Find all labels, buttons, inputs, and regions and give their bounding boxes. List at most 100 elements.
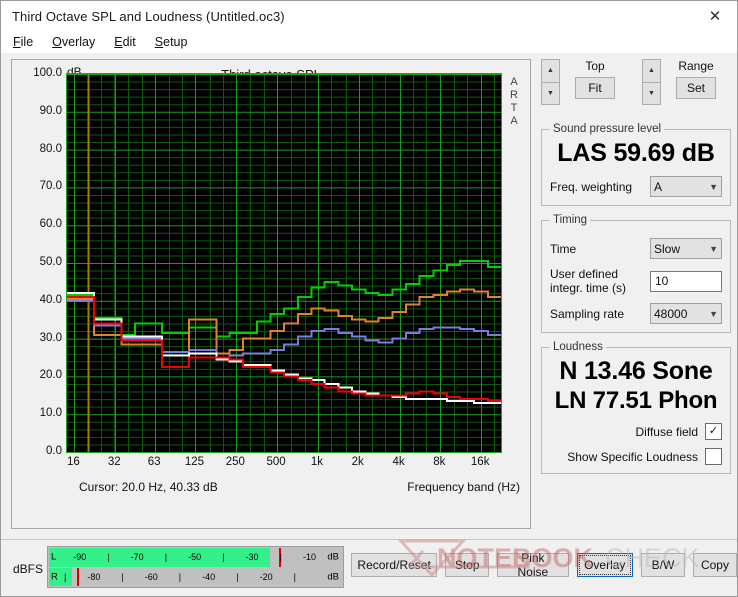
meter-tick-label: |: [236, 571, 239, 582]
integration-time-row: User defined integr. time (s) 10: [550, 267, 722, 295]
meter-tick-label: -60: [144, 571, 158, 582]
record-reset-button[interactable]: Record/Reset: [351, 553, 438, 577]
integration-time-input[interactable]: 10: [650, 270, 722, 292]
meter-tick-label: |: [164, 552, 168, 563]
main-content: Third octave SPL dB 0.010.020.030.040.05…: [1, 53, 737, 539]
x-tick-label: 1k: [310, 456, 323, 468]
range-control-group: ▲ ▼ Range Set: [642, 59, 725, 105]
y-tick-label: 80.0: [39, 142, 62, 155]
meter-tick-label: -70: [130, 552, 144, 563]
window-title: Third Octave SPL and Loudness (Untitled.…: [12, 8, 285, 24]
x-tick-label: 2k: [351, 456, 364, 468]
x-tick-label: 16: [67, 456, 80, 468]
bw-button[interactable]: B/W: [640, 553, 685, 577]
x-tick-label: 63: [147, 456, 161, 468]
show-specific-loudness-checkbox[interactable]: [705, 448, 722, 465]
y-tick-label: 30.0: [39, 331, 62, 344]
loudness-phon-value: LN 77.51 Phon: [554, 387, 718, 414]
menu-item-setup[interactable]: Setup: [153, 34, 190, 50]
x-tick-label: 500: [266, 456, 286, 468]
y-tick-label: 40.0: [39, 293, 62, 306]
timing-group: Timing Time Slow ▼ User defined integr. …: [541, 214, 731, 333]
menu-rest-setup: etup: [163, 35, 188, 49]
freq-weighting-label: Freq. weighting: [550, 179, 633, 194]
menu-bar: File Overlay Edit Setup: [1, 31, 737, 53]
time-value: Slow: [654, 241, 681, 256]
app-window: Third Octave SPL and Loudness (Untitled.…: [0, 0, 738, 597]
y-tick-label: 70.0: [39, 180, 62, 193]
menu-item-overlay[interactable]: Overlay: [50, 34, 97, 50]
spl-value: LAS 59.69 dB: [557, 139, 715, 167]
cursor-readout: Cursor: 20.0 Hz, 40.33 dB: [79, 480, 218, 494]
x-tick-label: 8k: [433, 456, 446, 468]
meter-right-unit: dB: [327, 571, 339, 583]
range-spinner-up-icon[interactable]: ▲: [642, 59, 661, 82]
spl-plot-svg: [67, 74, 501, 452]
range-spinner-down-icon[interactable]: ▼: [642, 81, 661, 105]
fit-button[interactable]: Fit: [575, 77, 615, 99]
timing-legend: Timing: [553, 214, 588, 226]
pink-noise-button[interactable]: Pink Noise: [497, 551, 569, 579]
bottom-bar: dBFS L dB -90 | -70 | -50 | -30 | -10 R dB | -80 |…: [1, 539, 737, 596]
sound-pressure-level-group: Sound pressure level LAS 59.69 dB Freq. …: [541, 123, 731, 206]
spl-legend: Sound pressure level: [553, 123, 662, 135]
menu-accel-setup: S: [154, 35, 164, 49]
menu-accel-edit: E: [114, 35, 123, 49]
freq-weighting-select[interactable]: A ▼: [650, 176, 722, 197]
copy-button[interactable]: Copy: [692, 553, 737, 577]
meter-tick-label: |: [63, 571, 67, 582]
level-meter-left: L dB -90 | -70 | -50 | -30 | -10: [49, 548, 342, 567]
meter-right-channel: R: [51, 571, 58, 583]
menu-rest-edit: dit: [122, 35, 136, 49]
menu-rest-file: ile: [20, 35, 34, 49]
meter-tick-label: |: [107, 552, 110, 563]
menu-item-file[interactable]: File: [11, 34, 35, 50]
menu-accel-overlay: O: [52, 35, 62, 49]
chevron-down-icon: ▼: [709, 308, 718, 319]
x-axis-label: Frequency band (Hz): [407, 480, 520, 494]
y-tick-label: 50.0: [39, 256, 62, 268]
meter-left-unit: dB: [327, 551, 339, 563]
sampling-rate-select[interactable]: 48000 ▼: [650, 303, 722, 324]
meter-tick-label: |: [222, 552, 225, 563]
top-spinner-down-icon[interactable]: ▼: [541, 81, 560, 105]
graph-panel[interactable]: Third octave SPL dB 0.010.020.030.040.05…: [11, 59, 531, 529]
top-spinner[interactable]: ▲ ▼: [541, 59, 560, 105]
loudness-group: Loudness N 13.46 Sone LN 77.51 Phon Diff…: [541, 341, 731, 474]
sampling-rate-label: Sampling rate: [550, 306, 625, 321]
meter-left-channel: L: [51, 551, 57, 563]
overlay-button[interactable]: Overlay: [576, 553, 633, 577]
menu-item-edit[interactable]: Edit: [112, 34, 138, 50]
range-label-col: Range Set: [667, 59, 725, 99]
title-bar: Third Octave SPL and Loudness (Untitled.…: [1, 1, 737, 31]
time-select[interactable]: Slow ▼: [650, 238, 722, 259]
menu-accel-file: F: [13, 35, 21, 49]
integration-time-label: User defined integr. time (s): [550, 267, 627, 295]
level-meters: L dB -90 | -70 | -50 | -30 | -10 R dB | -80 | -60 | -…: [47, 546, 344, 588]
range-label: Range: [678, 59, 714, 73]
stop-button[interactable]: Stop: [445, 553, 490, 577]
meter-tick-label: |: [121, 571, 124, 582]
meter-tick-label: -80: [87, 571, 101, 582]
y-tick-label: 100.0: [33, 67, 62, 79]
y-tick-label: 60.0: [39, 218, 62, 231]
loudness-sone-value: N 13.46 Sone: [559, 357, 713, 385]
top-label: Top: [585, 59, 605, 73]
diffuse-field-checkbox[interactable]: ✓: [705, 423, 722, 440]
spl-plot[interactable]: [66, 73, 502, 453]
x-tick-label: 4k: [392, 456, 405, 468]
y-tick-label: 90.0: [39, 104, 62, 117]
meter-tick-label: -40: [202, 571, 216, 582]
y-axis-ticks: 0.0 10.0 20.0 30.0 40.0 50.0 60.0 70.0 80.0 90.0 1…: [12, 60, 62, 460]
loudness-legend: Loudness: [553, 341, 603, 353]
chevron-down-icon: ▼: [709, 181, 718, 192]
close-icon[interactable]: ✕: [693, 1, 737, 31]
diffuse-field-label: Diffuse field: [635, 424, 698, 439]
meter-tick-label: |: [279, 552, 282, 563]
top-spinner-up-icon[interactable]: ▲: [541, 59, 560, 82]
meter-tick-label: -90: [73, 552, 87, 563]
x-tick-label: 125: [184, 456, 205, 468]
set-button[interactable]: Set: [676, 77, 716, 99]
range-spinner[interactable]: ▲ ▼: [642, 59, 661, 105]
arta-watermark-text: ARTA: [510, 76, 518, 127]
